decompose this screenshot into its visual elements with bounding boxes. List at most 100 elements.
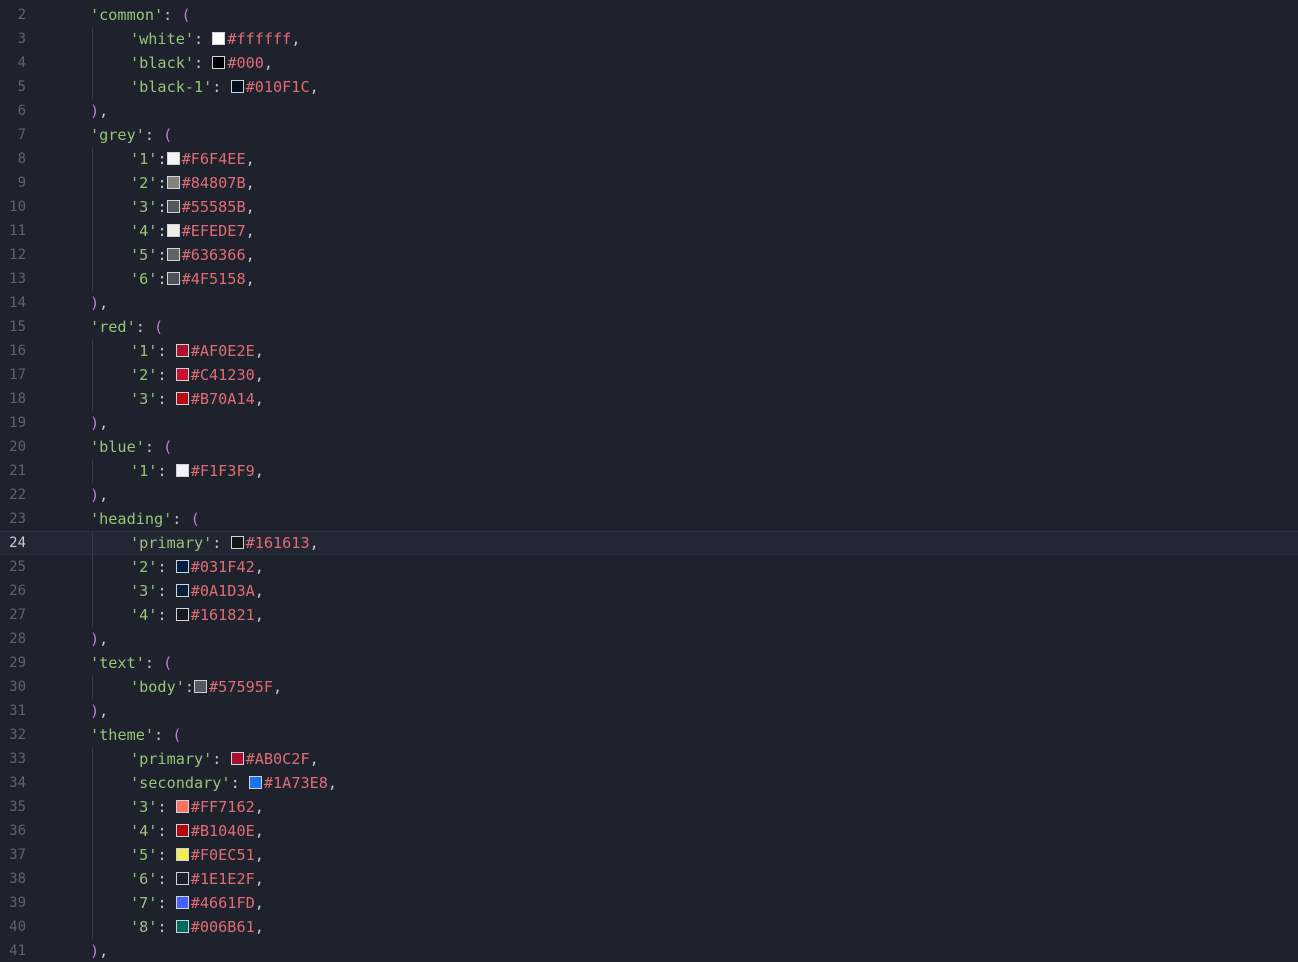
- code-text: '1': #F6F4EE,: [130, 147, 255, 171]
- colon: :: [184, 678, 195, 696]
- code-line[interactable]: 17 '2': #C41230,: [0, 363, 1298, 387]
- comma: ,: [99, 702, 109, 720]
- code-text: '6': #1E1E2F,: [130, 867, 264, 891]
- code-line[interactable]: 31),: [0, 699, 1298, 723]
- code-line[interactable]: 32 'theme': (: [0, 723, 1298, 747]
- color-swatch-icon[interactable]: [166, 200, 180, 213]
- hex-value: #57595F: [209, 678, 274, 696]
- line-number: 32: [9, 727, 26, 743]
- color-swatch-icon[interactable]: [248, 776, 262, 789]
- line-number: 14: [9, 295, 26, 311]
- code-line[interactable]: 20 'blue': (: [0, 435, 1298, 459]
- colon: :: [157, 222, 167, 240]
- code-text: '3': #55585B,: [130, 195, 255, 219]
- color-swatch-icon[interactable]: [166, 248, 180, 261]
- entry-key: '3': [130, 582, 158, 600]
- line-number: 35: [9, 799, 26, 815]
- code-line[interactable]: 39 '7': #4661FD,: [0, 891, 1298, 915]
- code-line[interactable]: 7 'grey': (: [0, 123, 1298, 147]
- entry-key: '1': [130, 462, 158, 480]
- code-text: ),: [90, 291, 108, 315]
- line-number: 12: [9, 247, 26, 263]
- color-swatch-icon[interactable]: [230, 752, 244, 765]
- code-line[interactable]: 28),: [0, 627, 1298, 651]
- code-line[interactable]: 11 '4': #EFEDE7,: [0, 219, 1298, 243]
- color-swatch-icon[interactable]: [175, 560, 189, 573]
- code-line[interactable]: 10 '3': #55585B,: [0, 195, 1298, 219]
- color-swatch-icon[interactable]: [175, 584, 189, 597]
- entry-key: '3': [130, 798, 158, 816]
- code-line[interactable]: 18 '3': #B70A14,: [0, 387, 1298, 411]
- comma: ,: [245, 150, 255, 168]
- code-line[interactable]: 14),: [0, 291, 1298, 315]
- color-swatch-icon[interactable]: [175, 920, 189, 933]
- code-line[interactable]: 29 'text': (: [0, 651, 1298, 675]
- code-line[interactable]: 4 'black': #000,: [0, 51, 1298, 75]
- close-paren: ): [90, 102, 100, 120]
- color-swatch-icon[interactable]: [166, 224, 180, 237]
- code-line[interactable]: 40 '8': #006B61,: [0, 915, 1298, 939]
- color-swatch-icon[interactable]: [175, 872, 189, 885]
- code-text: '2': #C41230,: [130, 363, 264, 387]
- color-swatch-icon[interactable]: [175, 824, 189, 837]
- current-line[interactable]: 24 'primary': #161613,: [0, 531, 1298, 555]
- color-swatch-icon[interactable]: [175, 368, 189, 381]
- color-swatch-icon[interactable]: [166, 272, 180, 285]
- code-line[interactable]: 22),: [0, 483, 1298, 507]
- code-text: 'red': (: [90, 315, 163, 339]
- line-number: 38: [9, 871, 26, 887]
- line-number: 40: [9, 919, 26, 935]
- code-line[interactable]: 34 'secondary': #1A73E8,: [0, 771, 1298, 795]
- color-swatch-icon[interactable]: [212, 56, 226, 69]
- code-line[interactable]: 30 'body': #57595F,: [0, 675, 1298, 699]
- code-line[interactable]: 27 '4': #161821,: [0, 603, 1298, 627]
- color-swatch-icon[interactable]: [175, 392, 189, 405]
- code-line[interactable]: 38 '6': #1E1E2F,: [0, 867, 1298, 891]
- code-line[interactable]: 21 '1': #F1F3F9,: [0, 459, 1298, 483]
- hex-value: #FF7162: [190, 798, 255, 816]
- code-line[interactable]: 5 'black-1': #010F1C,: [0, 75, 1298, 99]
- code-line[interactable]: 25 '2': #031F42,: [0, 555, 1298, 579]
- colon: :: [212, 750, 231, 768]
- code-line[interactable]: 41),: [0, 939, 1298, 962]
- code-line[interactable]: 37 '5': #F0EC51,: [0, 843, 1298, 867]
- code-line[interactable]: 2 'common': (: [0, 3, 1298, 27]
- code-line[interactable]: 33 'primary': #AB0C2F,: [0, 747, 1298, 771]
- code-line[interactable]: 15 'red': (: [0, 315, 1298, 339]
- code-line[interactable]: 13 '6': #4F5158,: [0, 267, 1298, 291]
- line-number: 18: [9, 391, 26, 407]
- color-swatch-icon[interactable]: [175, 464, 189, 477]
- entry-key: '5': [130, 246, 158, 264]
- color-swatch-icon[interactable]: [166, 152, 180, 165]
- color-swatch-icon[interactable]: [212, 32, 226, 45]
- code-line[interactable]: 36 '4': #B1040E,: [0, 819, 1298, 843]
- code-line[interactable]: 9 '2': #84807B,: [0, 171, 1298, 195]
- code-line[interactable]: 23 'heading': (: [0, 507, 1298, 531]
- comma: ,: [327, 774, 338, 792]
- code-line[interactable]: 35 '3': #FF7162,: [0, 795, 1298, 819]
- color-swatch-icon[interactable]: [175, 848, 189, 861]
- color-swatch-icon[interactable]: [230, 536, 244, 549]
- comma: ,: [254, 870, 264, 888]
- code-editor[interactable]: 2'common': (3'white': #ffffff, 4'black': …: [0, 0, 1298, 962]
- code-line[interactable]: 19),: [0, 411, 1298, 435]
- colon: :: [163, 6, 182, 24]
- hex-value: #84807B: [181, 174, 246, 192]
- code-text: '3': #0A1D3A,: [130, 579, 264, 603]
- color-swatch-icon[interactable]: [230, 80, 244, 93]
- entry-key: 'secondary': [130, 774, 231, 792]
- color-swatch-icon[interactable]: [166, 176, 180, 189]
- color-swatch-icon[interactable]: [175, 896, 189, 909]
- code-line[interactable]: 6),: [0, 99, 1298, 123]
- code-line[interactable]: 3 'white': #ffffff,: [0, 27, 1298, 51]
- code-line[interactable]: 12 '5': #636366,: [0, 243, 1298, 267]
- code-line[interactable]: 16 '1': #AF0E2E,: [0, 339, 1298, 363]
- code-line[interactable]: 8 '1': #F6F4EE,: [0, 147, 1298, 171]
- color-swatch-icon[interactable]: [175, 344, 189, 357]
- code-line[interactable]: 26 '3': #0A1D3A,: [0, 579, 1298, 603]
- color-swatch-icon[interactable]: [175, 608, 189, 621]
- color-swatch-icon[interactable]: [194, 680, 208, 693]
- comma: ,: [309, 78, 319, 96]
- color-swatch-icon[interactable]: [175, 800, 189, 813]
- comma: ,: [254, 822, 264, 840]
